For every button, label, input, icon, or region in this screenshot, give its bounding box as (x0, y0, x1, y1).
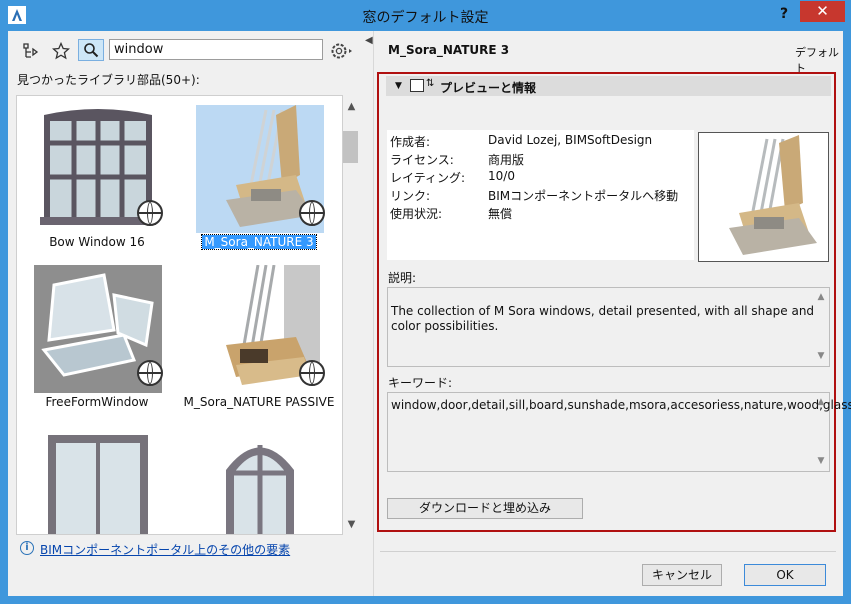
meta-value-license: 商用版 (488, 153, 525, 167)
keywords-scrollbar[interactable]: ▲ ▼ (813, 393, 829, 471)
description-text: The collection of M Sora windows, detail… (391, 304, 815, 333)
collapse-pane-icon[interactable]: ◀ (365, 35, 373, 46)
dialog-window: 窓のデフォルト設定 ? ✕ window 見つかったライブラリ部品(50+): (0, 0, 851, 604)
selected-item-name: M_Sora_NATURE 3 (388, 43, 510, 57)
found-parts-label: 見つかったライブラリ部品(50+): (17, 73, 200, 87)
bim-portal-link[interactable]: BIMコンポーネントポータル上のその他の要素 (40, 541, 290, 558)
list-item[interactable] (17, 419, 177, 534)
globe-icon (299, 200, 325, 226)
list-item-label: M_Sora_NATURE PASSIVE (183, 395, 335, 409)
arched-window-thumbnail (196, 425, 324, 534)
list-scrollbar[interactable]: ▲ ▼ (343, 95, 360, 535)
info-arrows-icon: ⇅ (426, 78, 435, 89)
section-title: プレビューと情報 (440, 81, 537, 95)
list-item-label: FreeFormWindow (45, 395, 149, 409)
tree-navigator-icon[interactable] (20, 40, 42, 62)
search-input[interactable]: window (109, 39, 323, 60)
footer-divider (380, 551, 836, 552)
list-item-label: Bow Window 16 (49, 235, 145, 249)
scroll-thumb[interactable] (343, 131, 358, 163)
keywords-text: window,door,detail,sill,board,sunshade,m… (391, 398, 851, 412)
meta-label-rating: レイティング: (390, 171, 466, 185)
scroll-up-icon[interactable]: ▲ (343, 99, 360, 115)
library-parts-list[interactable]: Bow Window 16 M_Sora_NATURE 3 FreeFormWi… (16, 95, 343, 535)
keywords-textarea[interactable]: window,door,detail,sill,board,sunshade,m… (387, 392, 851, 472)
close-button[interactable]: ✕ (800, 1, 845, 22)
pane-divider[interactable] (373, 31, 374, 596)
meta-label-link: リンク: (390, 189, 431, 203)
metadata-panel: 作成者: David Lozej, BIMSoftDesign ライセンス: 商… (387, 130, 694, 260)
globe-icon (137, 360, 163, 386)
description-scrollbar[interactable]: ▲ ▼ (813, 288, 829, 366)
list-item[interactable] (179, 419, 339, 534)
cancel-button[interactable]: キャンセル (642, 564, 722, 586)
ok-button[interactable]: OK (744, 564, 826, 586)
dialog-body: window 見つかったライブラリ部品(50+): Bow Window 16 … (8, 31, 851, 596)
meta-value-author: David Lozej, BIMSoftDesign (488, 133, 653, 147)
sliding-window-thumbnail (34, 425, 162, 534)
list-item[interactable]: Bow Window 16 (17, 99, 177, 254)
help-button[interactable]: ? (770, 4, 798, 24)
list-item-selected[interactable]: M_Sora_NATURE 3 (179, 99, 339, 254)
list-item-label: M_Sora_NATURE 3 (201, 234, 317, 250)
preview-icon (410, 79, 424, 92)
info-icon: i (20, 541, 34, 555)
meta-label-author: 作成者: (390, 135, 431, 149)
collapse-triangle-icon[interactable]: ▼ (395, 81, 402, 91)
keywords-label: キーワード: (388, 376, 453, 390)
preview-image (698, 132, 829, 262)
gear-icon[interactable] (328, 40, 356, 62)
search-icon[interactable] (78, 39, 104, 61)
list-item[interactable]: FreeFormWindow (17, 259, 177, 414)
preview-info-section-header[interactable]: ▼ ⇅ プレビューと情報 (386, 76, 831, 96)
meta-value-link[interactable]: BIMコンポーネントポータルへ移動 (488, 187, 678, 204)
meta-label-license: ライセンス: (390, 153, 454, 167)
meta-value-usage: 無償 (488, 207, 513, 221)
title-bar[interactable]: 窓のデフォルト設定 ? ✕ (0, 0, 851, 31)
star-icon[interactable] (50, 40, 72, 62)
globe-icon (137, 200, 163, 226)
meta-label-usage: 使用状況: (390, 207, 443, 221)
scroll-down-icon[interactable]: ▼ (343, 517, 360, 533)
download-embed-button[interactable]: ダウンロードと埋め込み (387, 498, 583, 519)
list-item[interactable]: M_Sora_NATURE PASSIVE (179, 259, 339, 414)
meta-value-rating: 10/0 (488, 169, 515, 183)
globe-icon (299, 360, 325, 386)
description-label: 説明: (388, 271, 417, 285)
window-title: 窓のデフォルト設定 (362, 10, 489, 26)
description-textarea[interactable]: The collection of M Sora windows, detail… (387, 287, 830, 367)
